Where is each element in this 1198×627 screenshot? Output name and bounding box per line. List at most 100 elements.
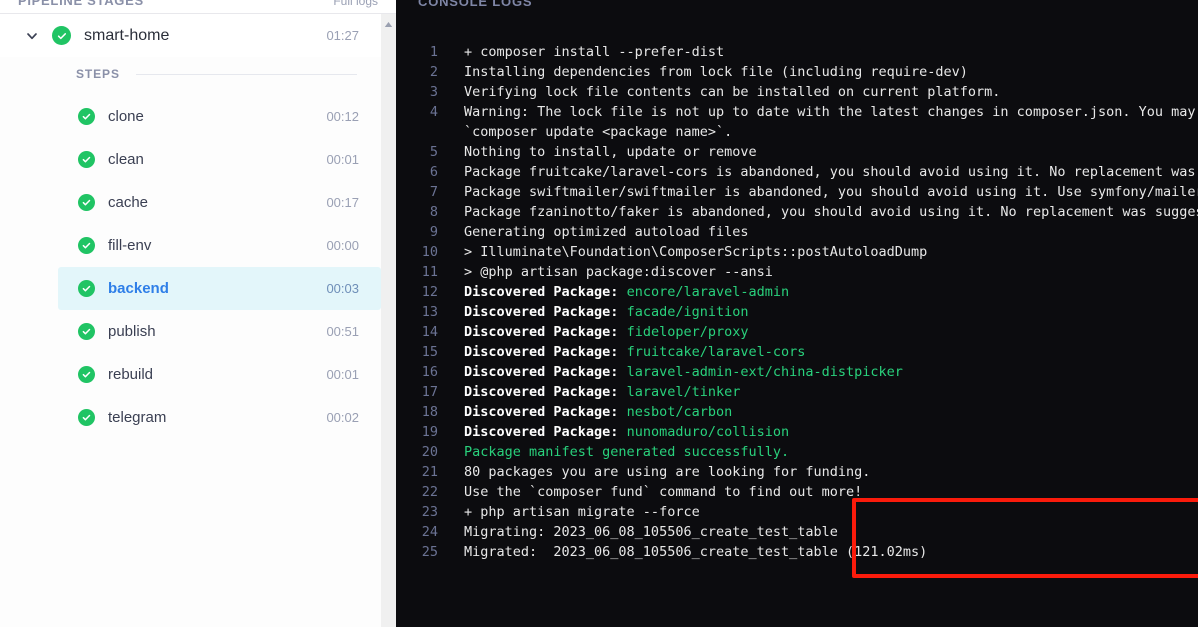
package-name: nesbot/carbon: [626, 404, 733, 420]
discovered-package-label: Discovered Package:: [464, 284, 627, 300]
steps-label: STEPS: [76, 67, 120, 81]
console-line: 20 Package manifest generated successfull…: [396, 442, 1198, 462]
console-line: 6 Package fruitcake/laravel-cors is aband…: [396, 162, 1198, 182]
line-number: 2: [429, 64, 438, 80]
step-name: clean: [108, 151, 144, 168]
step-row-telegram[interactable]: telegram 00:02: [58, 396, 381, 439]
console-line-text: > Illuminate\Foundation\ComposerScripts:…: [464, 244, 928, 260]
step-duration: 00:02: [326, 410, 359, 425]
package-name: encore/laravel-admin: [626, 284, 790, 300]
line-number: 13: [421, 304, 438, 320]
check-circle-icon: [78, 151, 95, 168]
steps-divider: [135, 73, 357, 75]
pipeline-scrollbar[interactable]: [381, 14, 396, 627]
scroll-up-arrow-icon[interactable]: [381, 18, 396, 30]
line-number: 3: [429, 84, 438, 100]
console-line-text: Discovered Package: laravel/tinker: [452, 382, 1198, 402]
console-line-text: 80 packages you are using are looking fo…: [464, 464, 871, 480]
check-circle-icon: [78, 366, 95, 383]
console-line: 7 Package swiftmailer/swiftmailer is aban…: [396, 182, 1198, 202]
check-circle-icon: [78, 280, 95, 297]
pipeline-log-viewer: PIPELINE STAGES Full logs smart-home 01:…: [0, 0, 1198, 627]
step-name: fill-env: [108, 237, 152, 254]
stage-name: smart-home: [84, 26, 170, 44]
check-circle-icon: [78, 108, 95, 125]
console-logs-panel: CONSOLE LOGS 1 + composer install --prefe…: [396, 0, 1198, 627]
discovered-package-label: Discovered Package:: [464, 404, 627, 420]
line-number: 19: [421, 424, 438, 440]
discovered-package-label: Discovered Package:: [464, 384, 627, 400]
step-row-backend[interactable]: backend 00:03: [58, 267, 381, 310]
console-line: 4 Warning: The lock file is not up to dat…: [396, 102, 1198, 122]
step-row-fill-env[interactable]: fill-env 00:00: [58, 224, 381, 267]
line-number: 11: [421, 264, 438, 280]
console-line-text: Use the `composer fund` command to find …: [464, 484, 863, 500]
console-line-text: Discovered Package: fruitcake/laravel-co…: [452, 342, 1198, 362]
console-line-text: Discovered Package: fideloper/proxy: [452, 322, 1198, 342]
package-name: nunomaduro/collision: [626, 424, 790, 440]
check-circle-icon: [78, 409, 95, 426]
console-line-text: + composer install --prefer-dist: [464, 44, 725, 60]
console-line: 25 Migrated: 2023_06_08_105506_create_tes…: [396, 542, 1198, 562]
step-row-publish[interactable]: publish 00:51: [58, 310, 381, 353]
step-name: publish: [108, 323, 156, 340]
line-number: 6: [429, 164, 438, 180]
check-circle-icon: [52, 26, 71, 45]
full-logs-link[interactable]: Full logs: [333, 0, 378, 8]
stage-row-smart-home[interactable]: smart-home 01:27: [0, 14, 381, 57]
line-number: 22: [421, 484, 438, 500]
console-line-text: Discovered Package: laravel-admin-ext/ch…: [452, 362, 1198, 382]
console-line: 15 Discovered Package: fruitcake/laravel-…: [396, 342, 1198, 362]
discovered-package-label: Discovered Package:: [464, 364, 627, 380]
console-logs-header: CONSOLE LOGS: [396, 0, 1198, 14]
line-number: 16: [421, 364, 438, 380]
console-line: 19 Discovered Package: nunomaduro/collisi…: [396, 422, 1198, 442]
console-line: 13 Discovered Package: facade/ignition: [396, 302, 1198, 322]
console-line: 11 > @php artisan package:discover --ansi: [396, 262, 1198, 282]
console-line-text: Installing dependencies from lock file (…: [464, 64, 968, 80]
console-line-text: Discovered Package: nunomaduro/collision: [452, 422, 1198, 442]
console-line: 12 Discovered Package: encore/laravel-adm…: [396, 282, 1198, 302]
console-line: 16 Discovered Package: laravel-admin-ext/…: [396, 362, 1198, 382]
step-name: backend: [108, 280, 169, 297]
line-number: 12: [421, 284, 438, 300]
stage-duration: 01:27: [326, 28, 359, 43]
line-number: 1: [429, 44, 438, 60]
pipeline-stages-title: PIPELINE STAGES: [18, 0, 144, 8]
line-number: 5: [429, 144, 438, 160]
console-line-text: Package manifest generated successfully.: [464, 444, 790, 460]
step-row-rebuild[interactable]: rebuild 00:01: [58, 353, 381, 396]
chevron-down-icon[interactable]: [22, 26, 42, 46]
console-line-text: Migrated: 2023_06_08_105506_create_test_…: [464, 544, 928, 560]
discovered-package-label: Discovered Package:: [464, 324, 627, 340]
console-line: 24 Migrating: 2023_06_08_105506_create_te…: [396, 522, 1198, 542]
console-output[interactable]: 1 + composer install --prefer-dist 2 Instal…: [396, 14, 1198, 627]
step-duration: 00:17: [326, 195, 359, 210]
line-number: 7: [429, 184, 438, 200]
step-name: rebuild: [108, 366, 154, 383]
console-line: 17 Discovered Package: laravel/tinker: [396, 382, 1198, 402]
check-circle-icon: [78, 323, 95, 340]
console-line-text: > @php artisan package:discover --ansi: [464, 264, 773, 280]
line-number: 17: [421, 384, 438, 400]
console-line: 2 Installing dependencies from lock file …: [396, 62, 1198, 82]
console-line-text: Discovered Package: encore/laravel-admin: [452, 282, 1198, 302]
console-line: 8 Package fzaninotto/faker is abandoned, …: [396, 202, 1198, 222]
step-row-cache[interactable]: cache 00:17: [58, 181, 381, 224]
console-line-text: Migrating: 2023_06_08_105506_create_test…: [464, 524, 838, 540]
line-number: 4: [429, 104, 438, 120]
console-line-text: Verifying lock file contents can be inst…: [464, 84, 1001, 100]
console-line-text: + php artisan migrate --force: [464, 504, 700, 520]
step-duration: 00:51: [326, 324, 359, 339]
console-line-text: Warning: The lock file is not up to date…: [464, 104, 1198, 120]
step-row-clean[interactable]: clean 00:01: [58, 138, 381, 181]
line-number: 25: [421, 544, 438, 560]
discovered-package-label: Discovered Package:: [464, 424, 627, 440]
line-number: 20: [421, 444, 438, 460]
discovered-package-label: Discovered Package:: [464, 304, 627, 320]
step-duration: 00:12: [326, 109, 359, 124]
line-number: 9: [429, 224, 438, 240]
step-row-clone[interactable]: clone 00:12: [58, 95, 381, 138]
package-name: laravel/tinker: [626, 384, 741, 400]
step-name: telegram: [108, 409, 167, 426]
